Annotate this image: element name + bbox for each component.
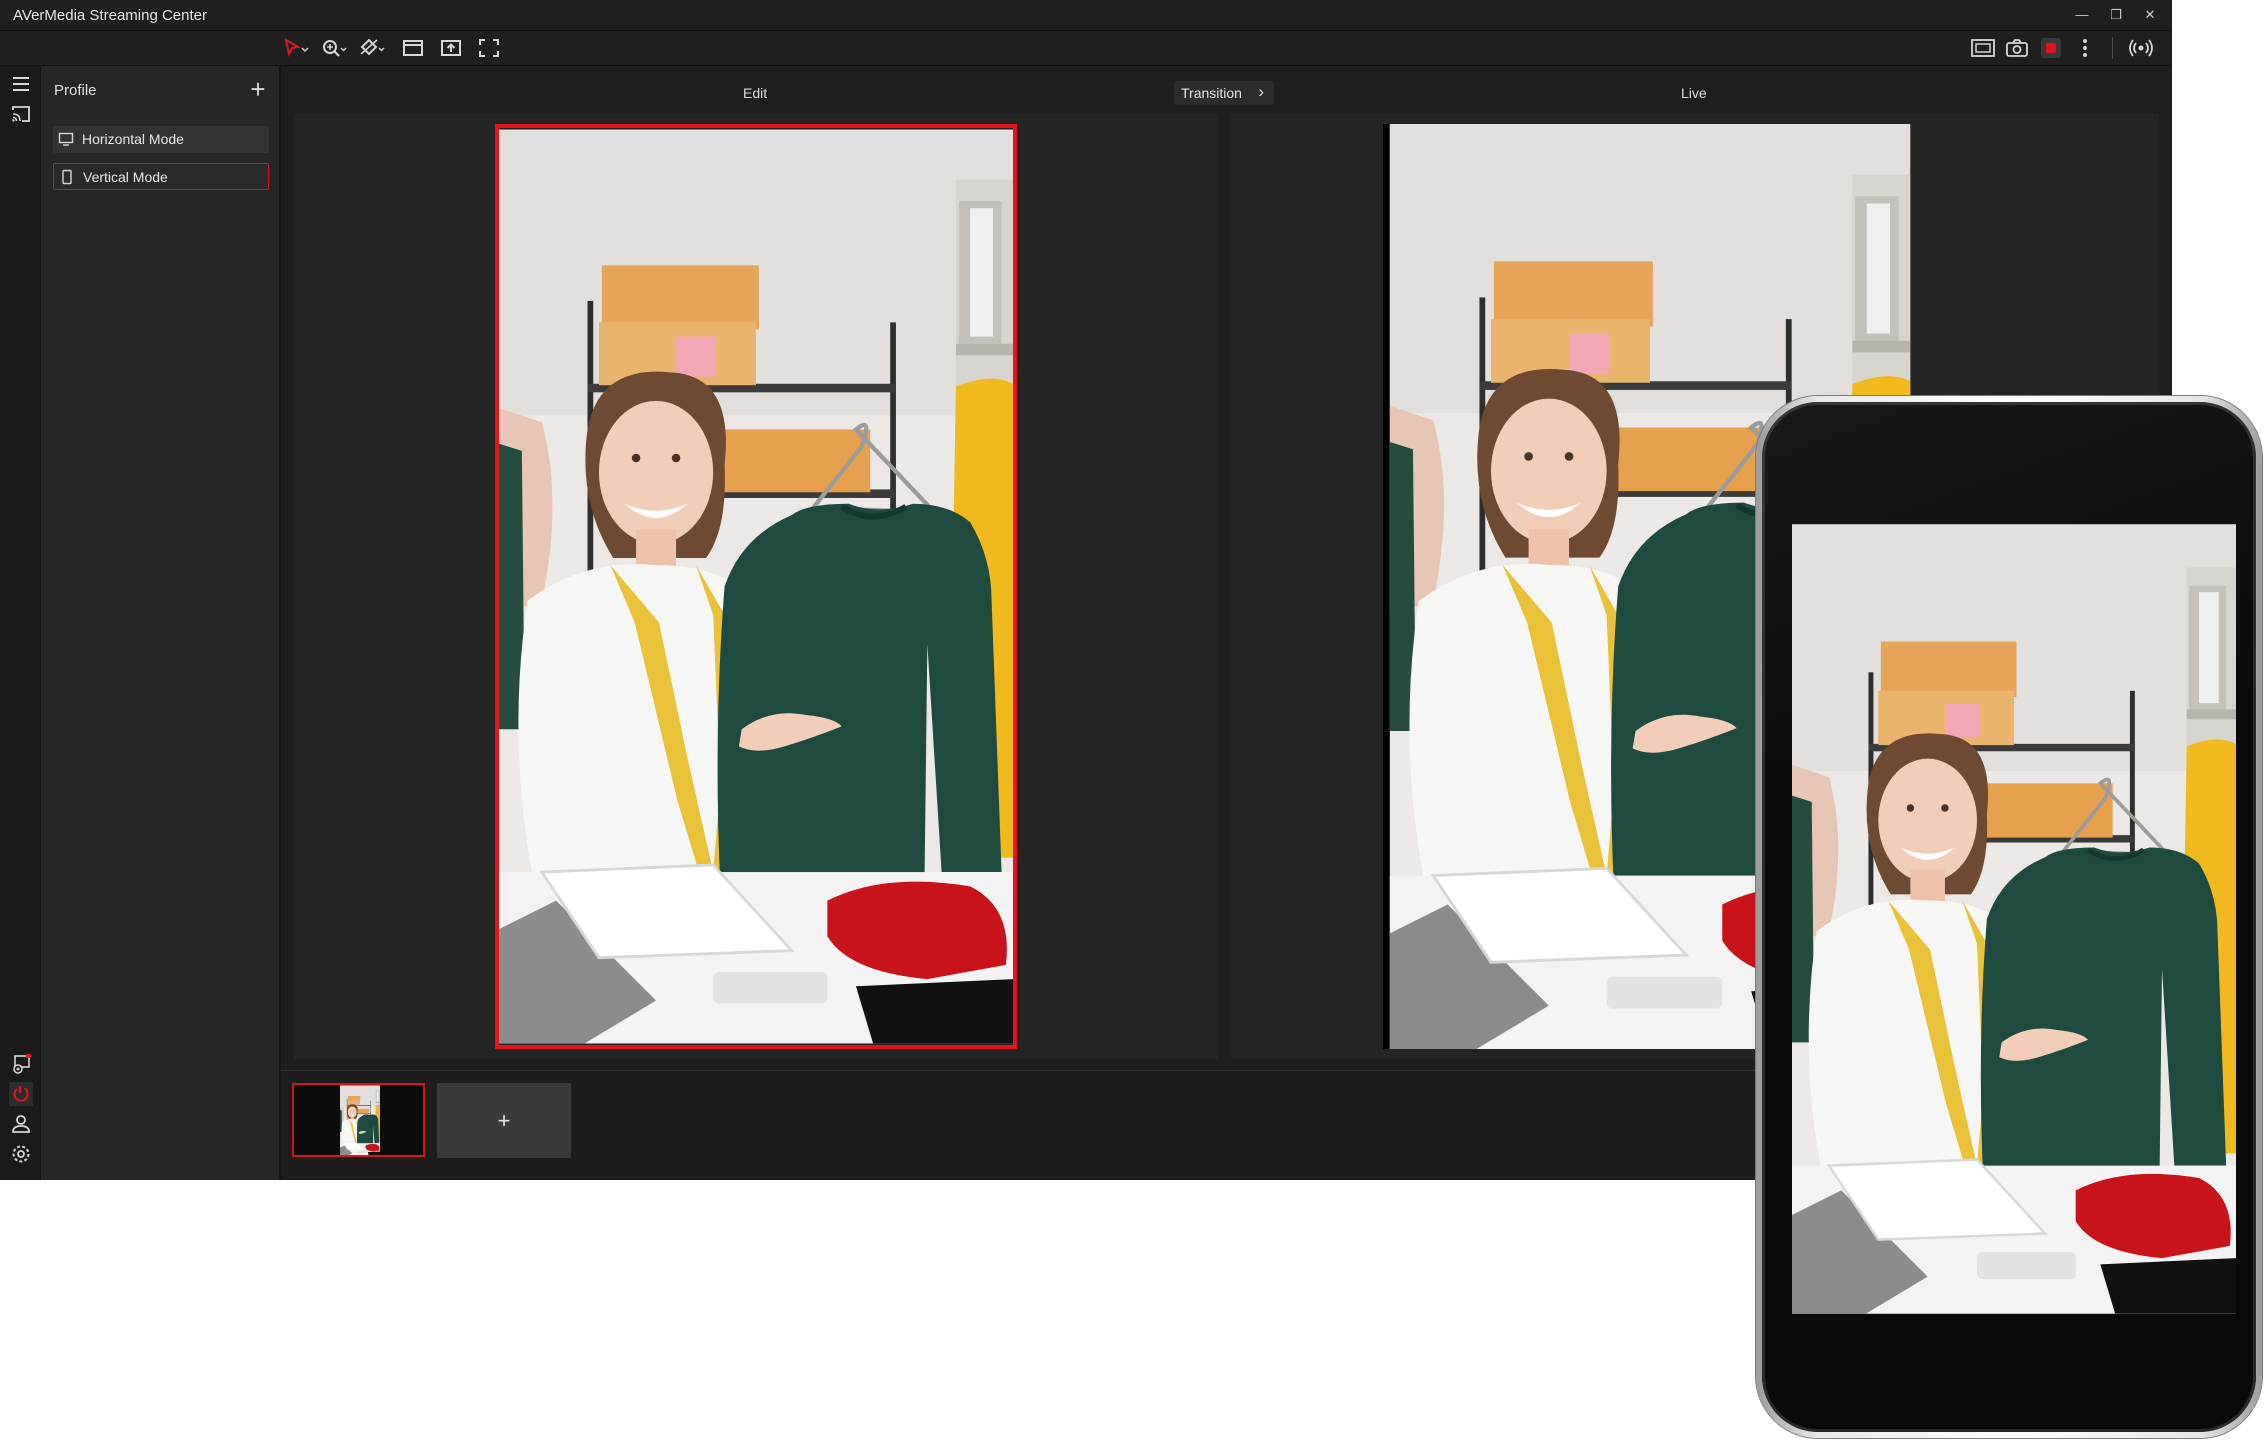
mode-label: Vertical Mode [83,169,168,185]
mode-item-horizontal[interactable]: Horizontal Mode [53,126,269,153]
minimize-icon[interactable]: — [2070,4,2094,26]
record-icon[interactable] [2036,35,2066,61]
phone-body [1762,402,2256,1432]
restore-icon[interactable]: ❐ [2104,4,2128,26]
left-rail [0,66,41,1180]
camera-icon[interactable] [2002,35,2032,61]
add-scene-button[interactable]: + [437,1083,571,1158]
close-icon[interactable]: ✕ [2138,4,2162,26]
mode-label: Horizontal Mode [82,131,184,147]
rotate-icon[interactable] [356,35,386,61]
broadcast-icon[interactable] [2126,35,2156,61]
profile-panel: Profile + Horizontal Mode Vertical Mode [41,66,281,1180]
edit-scene-image [499,128,1013,1045]
user-icon[interactable] [9,1112,33,1136]
mode-item-vertical[interactable]: Vertical Mode [53,163,269,190]
phone-icon [62,169,72,185]
zoom-icon[interactable] [318,35,348,61]
capture-icon[interactable] [1968,35,1998,61]
toolbar [0,31,2172,66]
scene-settings-icon[interactable] [9,1052,33,1076]
toolbar-separator [2112,37,2113,59]
profile-title: Profile [54,82,97,99]
chevron-right-icon: › [1258,82,1264,101]
more-icon[interactable] [2070,35,2100,61]
main-header: Edit Transition › Live [281,66,2172,114]
title-bar: AVerMedia Streaming Center — ❐ ✕ [0,0,2172,31]
monitor-icon [58,132,74,146]
phone-mockup [1756,396,2262,1438]
menu-icon[interactable] [9,72,33,96]
edit-label: Edit [743,85,768,101]
window-controls: — ❐ ✕ [2070,4,2162,26]
edit-preview-pane[interactable] [294,114,1218,1059]
phone-scene-image [1792,518,2236,1320]
transition-button[interactable]: Transition › [1174,81,1274,105]
phone-screen [1792,518,2236,1320]
upload-icon[interactable] [436,35,466,61]
window-icon[interactable] [398,35,428,61]
fullscreen-icon[interactable] [474,35,504,61]
add-profile-button[interactable]: + [243,74,273,104]
select-arrow-icon[interactable] [280,35,310,61]
live-label: Live [1681,85,1707,101]
cast-icon[interactable] [9,102,33,126]
settings-icon[interactable] [9,1142,33,1166]
power-icon[interactable] [9,1082,33,1106]
app-title: AVerMedia Streaming Center [13,7,207,24]
edit-canvas[interactable] [495,124,1017,1049]
transition-label: Transition [1181,85,1242,101]
scene-thumbnail-image [340,1085,380,1157]
scene-thumbnail[interactable] [292,1083,425,1157]
